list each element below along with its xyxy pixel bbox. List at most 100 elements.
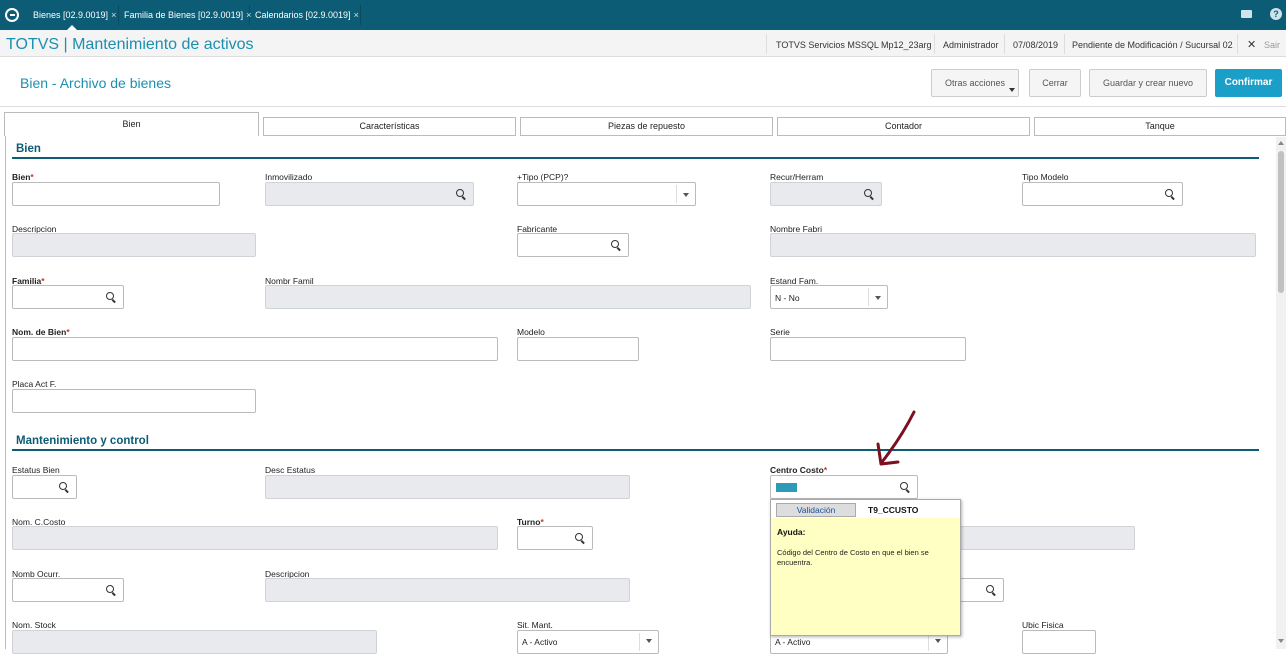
guardar-crear-nuevo-button[interactable]: Guardar y crear nuevo (1089, 69, 1207, 97)
tipo-pcp-select[interactable] (517, 182, 696, 206)
bien-input[interactable] (12, 182, 220, 206)
nom-stock-input[interactable] (12, 630, 377, 654)
select-value: A - Activo (775, 637, 811, 647)
search-icon[interactable] (1165, 189, 1173, 197)
select-value: A - Activo (522, 637, 558, 647)
centro-costo-input[interactable] (770, 475, 918, 499)
placa-act-input[interactable] (12, 389, 256, 413)
required-mark: * (66, 327, 70, 337)
header-divider (1004, 34, 1005, 54)
chevron-down-icon[interactable] (935, 639, 941, 643)
search-icon[interactable] (456, 189, 464, 197)
ubic-fisica-input[interactable] (1022, 630, 1096, 654)
dropdown-separator (868, 288, 869, 306)
tooltip-field-code: T9_CCUSTO (868, 505, 919, 515)
search-icon[interactable] (986, 585, 994, 593)
modelo-input[interactable] (517, 337, 639, 361)
otras-acciones-button[interactable]: Otras acciones (931, 69, 1019, 97)
nom-bien-input[interactable] (12, 337, 498, 361)
tab-label: Calendarios [02.9.0019] (255, 10, 351, 20)
tooltip-ayuda-label: Ayuda: (777, 527, 806, 537)
label-bien: Bien* (12, 172, 34, 182)
tab-bienes[interactable]: Bienes [02.9.0019] × (29, 5, 119, 30)
chevron-down-icon[interactable] (875, 296, 881, 300)
label-text: Nom. de Bien (12, 327, 67, 337)
section-title-mantenimiento: Mantenimiento y control (16, 435, 149, 447)
tab-label: Familia de Bienes [02.9.0019] (124, 10, 244, 20)
tab-caracteristicas[interactable]: Características (263, 117, 516, 136)
exit-link[interactable]: Sair (1264, 40, 1280, 50)
nombre-fabri-input[interactable] (770, 233, 1256, 257)
header-divider (934, 34, 935, 54)
turno-description-input[interactable] (960, 526, 1135, 550)
desc-estatus-input[interactable] (265, 475, 630, 499)
estatus-bien-input[interactable] (12, 475, 77, 499)
button-label: Otras acciones (944, 78, 1006, 88)
recur-herram-input[interactable] (770, 182, 882, 206)
tab-close-icon[interactable]: × (111, 10, 116, 20)
label-nom-bien: Nom. de Bien* (12, 327, 70, 337)
tab-tanque[interactable]: Tanque (1034, 117, 1286, 136)
nomb-ocurr-input[interactable] (12, 578, 124, 602)
title-divider (0, 106, 1286, 107)
tab-contador[interactable]: Contador (777, 117, 1030, 136)
tab-bien[interactable]: Bien (4, 112, 259, 136)
label-estatus-bien: Estatus Bien (12, 465, 60, 475)
search-icon[interactable] (59, 482, 67, 490)
page-title: Bien - Archivo de bienes (20, 75, 171, 91)
user-name: Administrador (943, 40, 999, 50)
fabricante-input[interactable] (517, 233, 629, 257)
system-date: 07/08/2019 (1013, 40, 1059, 50)
tab-piezas-de-repuesto[interactable]: Piezas de repuesto (520, 117, 773, 136)
search-icon[interactable] (575, 533, 583, 541)
help-icon[interactable]: ? (1270, 8, 1282, 20)
search-icon[interactable] (106, 292, 114, 300)
label-inmovilizado: Inmovilizado (265, 172, 313, 182)
label-tipo-modelo: Tipo Modelo (1022, 172, 1069, 182)
estand-fam-select[interactable]: N - No (770, 285, 888, 309)
scrollbar-thumb[interactable] (1278, 151, 1284, 293)
branch-status: Pendiente de Modificación / Sucursal 02 (1072, 40, 1233, 50)
totvs-logo-icon[interactable] (5, 8, 19, 22)
tab-calendarios[interactable]: Calendarios [02.9.0019] × (251, 5, 361, 25)
search-icon[interactable] (611, 240, 619, 248)
required-mark: * (30, 172, 34, 182)
inmovilizado-input[interactable] (265, 182, 474, 206)
section-title-bien: Bien (16, 143, 41, 155)
descripcion-input[interactable] (12, 233, 256, 257)
section-divider (12, 449, 1259, 451)
input-value-highlight (776, 483, 797, 492)
label-desc-estatus: Desc Estatus (265, 465, 316, 475)
section-divider (12, 157, 1259, 159)
label-serie: Serie (770, 327, 790, 337)
tab-close-icon[interactable]: × (354, 10, 359, 20)
sit-mant-select[interactable]: A - Activo (517, 630, 659, 654)
familia-input[interactable] (12, 285, 124, 309)
scroll-up-icon[interactable] (1278, 141, 1284, 145)
search-icon[interactable] (900, 482, 908, 490)
chevron-down-icon[interactable] (683, 193, 689, 197)
exit-icon[interactable]: ✕ (1247, 38, 1256, 51)
turno-input[interactable] (517, 526, 593, 550)
scroll-down-icon[interactable] (1278, 639, 1284, 643)
tab-familia-de-bienes[interactable]: Familia de Bienes [02.9.0019] × (120, 5, 251, 25)
mail-icon[interactable] (1241, 10, 1252, 18)
nombr-famil-input[interactable] (265, 285, 751, 309)
nom-ccosto-input[interactable] (12, 526, 498, 550)
descripcion-ocurr-input[interactable] (265, 578, 630, 602)
label-sit-mant: Sit. Mant. (517, 620, 553, 630)
app-header: TOTVS | Mantenimiento de activos TOTVS S… (0, 30, 1286, 57)
chevron-down-icon[interactable] (646, 639, 652, 643)
tooltip-validacion-tab[interactable]: Validación (776, 503, 856, 517)
cerrar-button[interactable]: Cerrar (1029, 69, 1081, 97)
label-modelo: Modelo (517, 327, 545, 337)
serie-input[interactable] (770, 337, 966, 361)
tipo-modelo-input[interactable] (1022, 182, 1183, 206)
vertical-scrollbar[interactable] (1276, 137, 1286, 649)
confirmar-button[interactable]: Confirmar (1215, 69, 1282, 97)
annotation-arrow-icon (876, 410, 916, 466)
search-icon[interactable] (864, 189, 872, 197)
search-icon[interactable] (106, 585, 114, 593)
label-recur-herram: Recur/Herram (770, 172, 824, 182)
label-text: Bien (12, 172, 31, 182)
